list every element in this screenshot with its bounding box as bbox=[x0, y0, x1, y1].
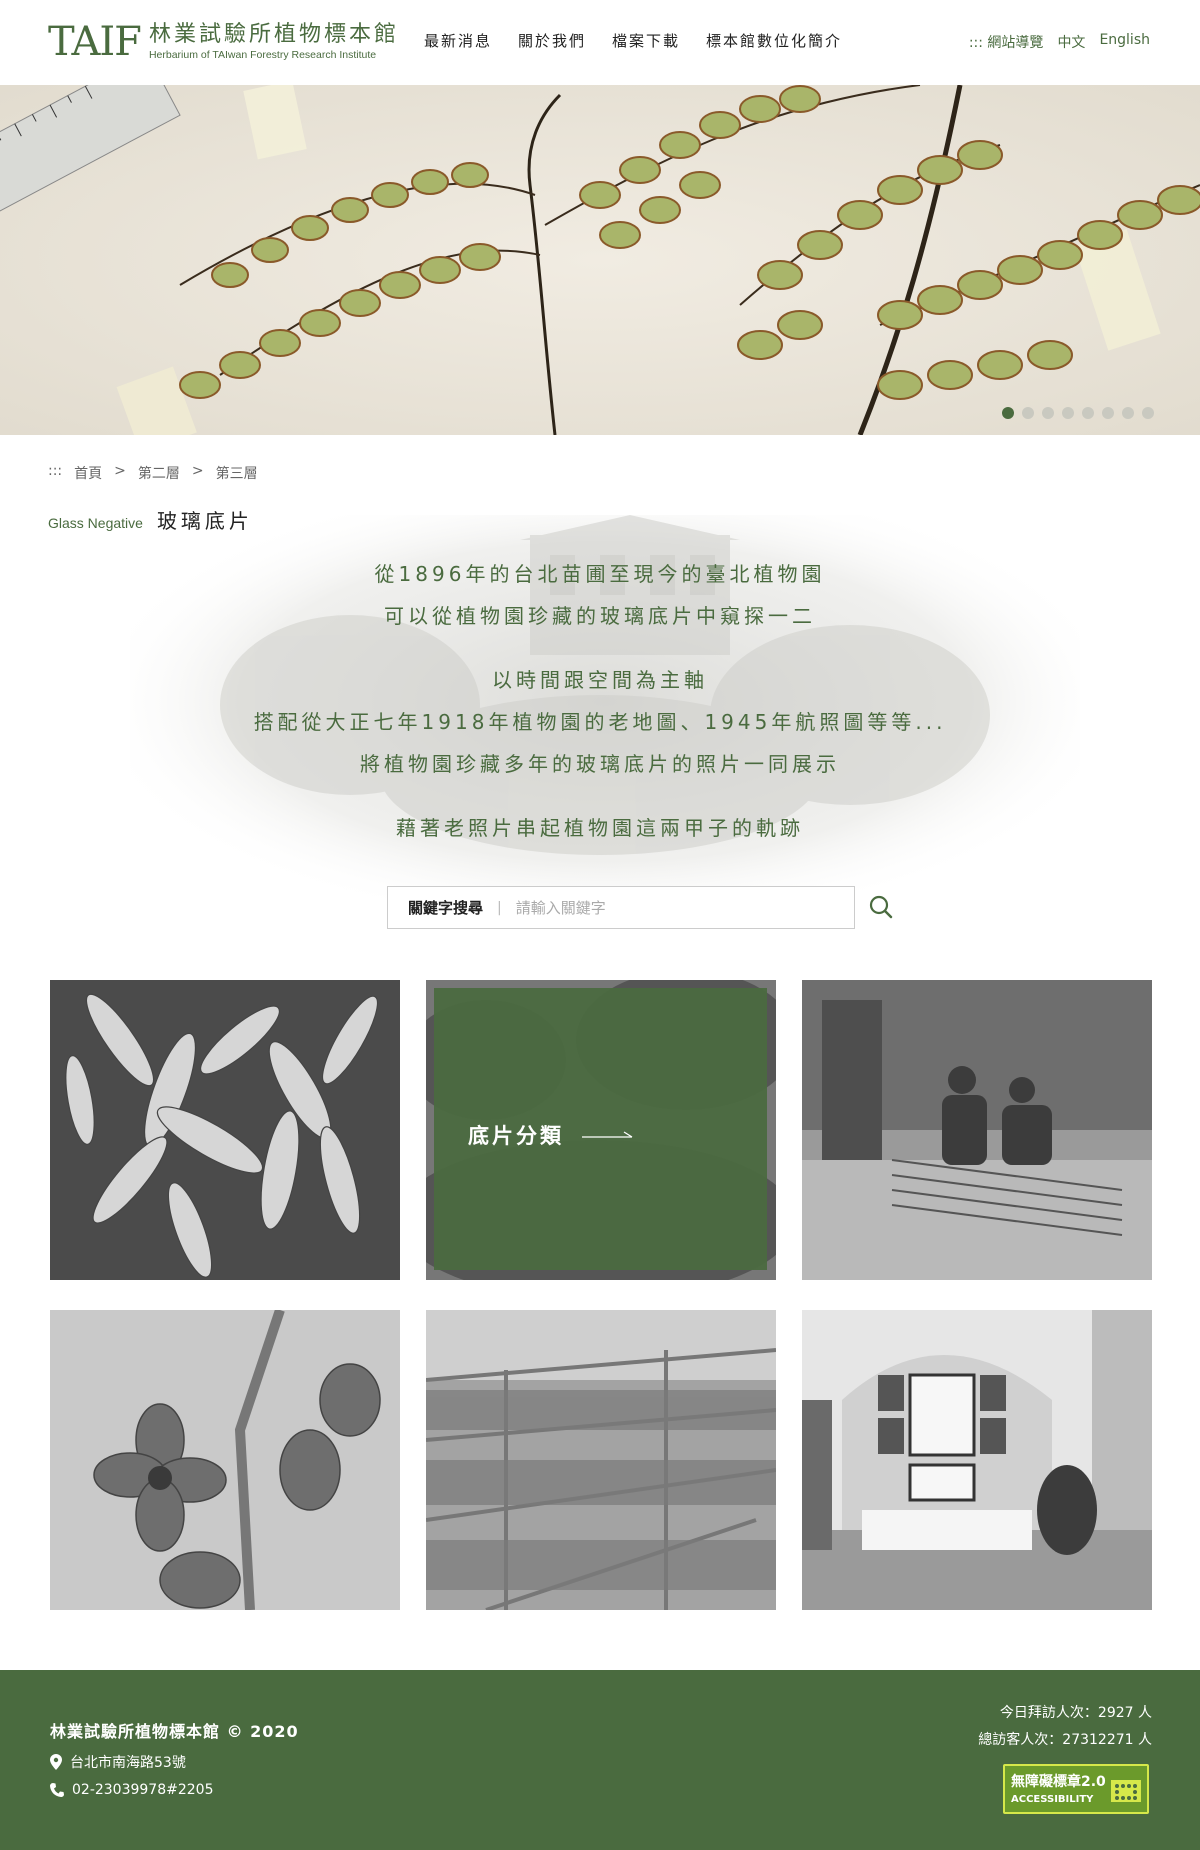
banner-dot-3[interactable] bbox=[1042, 407, 1054, 419]
breadcrumb-separator: > bbox=[191, 463, 204, 479]
banner-dot-6[interactable] bbox=[1102, 407, 1114, 419]
search-divider: | bbox=[497, 899, 502, 916]
banner-dot-4[interactable] bbox=[1062, 407, 1074, 419]
nav-about[interactable]: 關於我們 bbox=[518, 30, 586, 51]
badge-subtitle: ACCESSIBILITY bbox=[1011, 1794, 1094, 1805]
intro-line: 從1896年的台北苗圃至現今的臺北植物園 bbox=[374, 562, 826, 586]
lang-zh-link[interactable]: 中文 bbox=[1057, 32, 1085, 52]
accessibility-badge[interactable]: 無障礙標章2.0 ACCESSIBILITY bbox=[1003, 1764, 1149, 1814]
nav-news[interactable]: 最新消息 bbox=[424, 30, 492, 51]
logo-mark: TAIF bbox=[48, 19, 142, 65]
arrow-right-icon bbox=[582, 1131, 633, 1138]
search-input[interactable] bbox=[515, 898, 776, 917]
nursery-photo bbox=[426, 1310, 776, 1610]
hero-banner bbox=[0, 85, 1200, 435]
banner-dot-1[interactable] bbox=[1002, 407, 1014, 419]
banner-dot-7[interactable] bbox=[1122, 407, 1134, 419]
today-visits: 今日拜訪人次：2927 人 bbox=[999, 1705, 1152, 1721]
intro-line: 藉著老照片串起植物園這兩甲子的軌跡 bbox=[396, 816, 804, 840]
banner-dot-8[interactable] bbox=[1142, 407, 1154, 419]
accessibility-icon bbox=[1111, 1780, 1141, 1802]
footer-name: 林業試驗所植物標本館 © 2020 bbox=[50, 1722, 299, 1741]
photo-tile-flowers[interactable] bbox=[50, 1310, 400, 1610]
phone-icon bbox=[50, 1783, 64, 1797]
sitemap-link[interactable]: ::: 網站導覽 bbox=[969, 32, 1044, 52]
nav-downloads[interactable]: 檔案下載 bbox=[612, 30, 680, 51]
breadcrumb-home[interactable]: 首頁 bbox=[74, 463, 102, 483]
intro-line: 以時間跟空間為主軸 bbox=[492, 668, 708, 692]
keyword-search: 關鍵字搜尋 | bbox=[387, 886, 855, 929]
flowers-photo bbox=[50, 1310, 400, 1610]
search-button[interactable] bbox=[866, 892, 896, 922]
footer-address-text: 台北市南海路53號 bbox=[70, 1755, 186, 1771]
photo-tile-leaves[interactable] bbox=[50, 980, 400, 1280]
site-header: TAIF 林業試驗所植物標本館 Herbarium of TAIwan Fore… bbox=[0, 0, 1200, 85]
footer-phone: 02-23039978#2205 bbox=[50, 1782, 213, 1798]
logo-text: 林業試驗所植物標本館 Herbarium of TAIwan Forestry … bbox=[149, 22, 399, 62]
search-label: 關鍵字搜尋 bbox=[408, 899, 484, 917]
intro-line: 搭配從大正七年1918年植物園的老地圖、1945年航照圖等等... bbox=[253, 710, 947, 734]
category-label: 底片分類 bbox=[468, 1124, 564, 1148]
page-title-cn: 玻璃底片 bbox=[156, 509, 253, 533]
map-pin-icon bbox=[50, 1754, 62, 1770]
badge-title: 無障礙標章2.0 bbox=[1011, 1774, 1106, 1790]
fern-specimen-image bbox=[0, 85, 1200, 435]
lang-en-link[interactable]: English bbox=[1099, 32, 1150, 52]
site-logo[interactable]: TAIF 林業試驗所植物標本館 Herbarium of TAIwan Fore… bbox=[48, 20, 399, 64]
search-icon bbox=[869, 895, 893, 919]
banner-pagination bbox=[1002, 407, 1154, 419]
intro-line: 可以從植物園珍藏的玻璃底片中窺探一二 bbox=[384, 604, 816, 628]
page-title-en: Glass Negative bbox=[48, 515, 143, 531]
category-link[interactable]: 底片分類 bbox=[468, 1120, 634, 1150]
banner-dot-5[interactable] bbox=[1082, 407, 1094, 419]
photo-tile-exhibit-room[interactable] bbox=[802, 1310, 1152, 1610]
photo-tile-nursery[interactable] bbox=[426, 1310, 776, 1610]
page-title: Glass Negative 玻璃底片 bbox=[48, 505, 253, 534]
photo-tile-workers[interactable] bbox=[802, 980, 1152, 1280]
breadcrumb: ::: 首頁 > 第二層 > 第三層 bbox=[48, 463, 258, 483]
category-tile[interactable]: 底片分類 bbox=[426, 980, 776, 1280]
breadcrumb-separator: > bbox=[114, 463, 126, 479]
footer-phone-text: 02-23039978#2205 bbox=[72, 1782, 214, 1798]
intro-text: 從1896年的台北苗圃至現今的臺北植物園 可以從植物園珍藏的玻璃底片中窺探一二 … bbox=[0, 553, 1200, 849]
leaves-photo bbox=[50, 980, 400, 1280]
visitor-stats: 今日拜訪人次：2927 人 總訪客人次：27312271 人 bbox=[978, 1700, 1152, 1754]
breadcrumb-level-3[interactable]: 第三層 bbox=[216, 463, 258, 483]
logo-title-cn: 林業試驗所植物標本館 bbox=[148, 22, 399, 47]
workers-photo bbox=[802, 980, 1152, 1280]
breadcrumb-level-2[interactable]: 第二層 bbox=[138, 463, 180, 483]
main-nav: 最新消息 關於我們 檔案下載 標本館數位化簡介 bbox=[424, 30, 842, 51]
site-footer: 林業試驗所植物標本館 © 2020 台北市南海路53號 02-23039978#… bbox=[0, 1670, 1200, 1850]
footer-address: 台北市南海路53號 bbox=[50, 1752, 186, 1772]
intro-line: 將植物園珍藏多年的玻璃底片的照片一同展示 bbox=[360, 752, 840, 776]
logo-title-en: Herbarium of TAIwan Forestry Research In… bbox=[148, 49, 377, 61]
exhibit-room-photo bbox=[802, 1310, 1152, 1610]
top-links: ::: 網站導覽 中文 English bbox=[969, 32, 1150, 52]
nav-digitization[interactable]: 標本館數位化簡介 bbox=[706, 30, 842, 51]
breadcrumb-prefix: ::: bbox=[48, 463, 63, 479]
banner-dot-2[interactable] bbox=[1022, 407, 1034, 419]
total-visits: 總訪客人次：27312271 人 bbox=[978, 1732, 1152, 1748]
